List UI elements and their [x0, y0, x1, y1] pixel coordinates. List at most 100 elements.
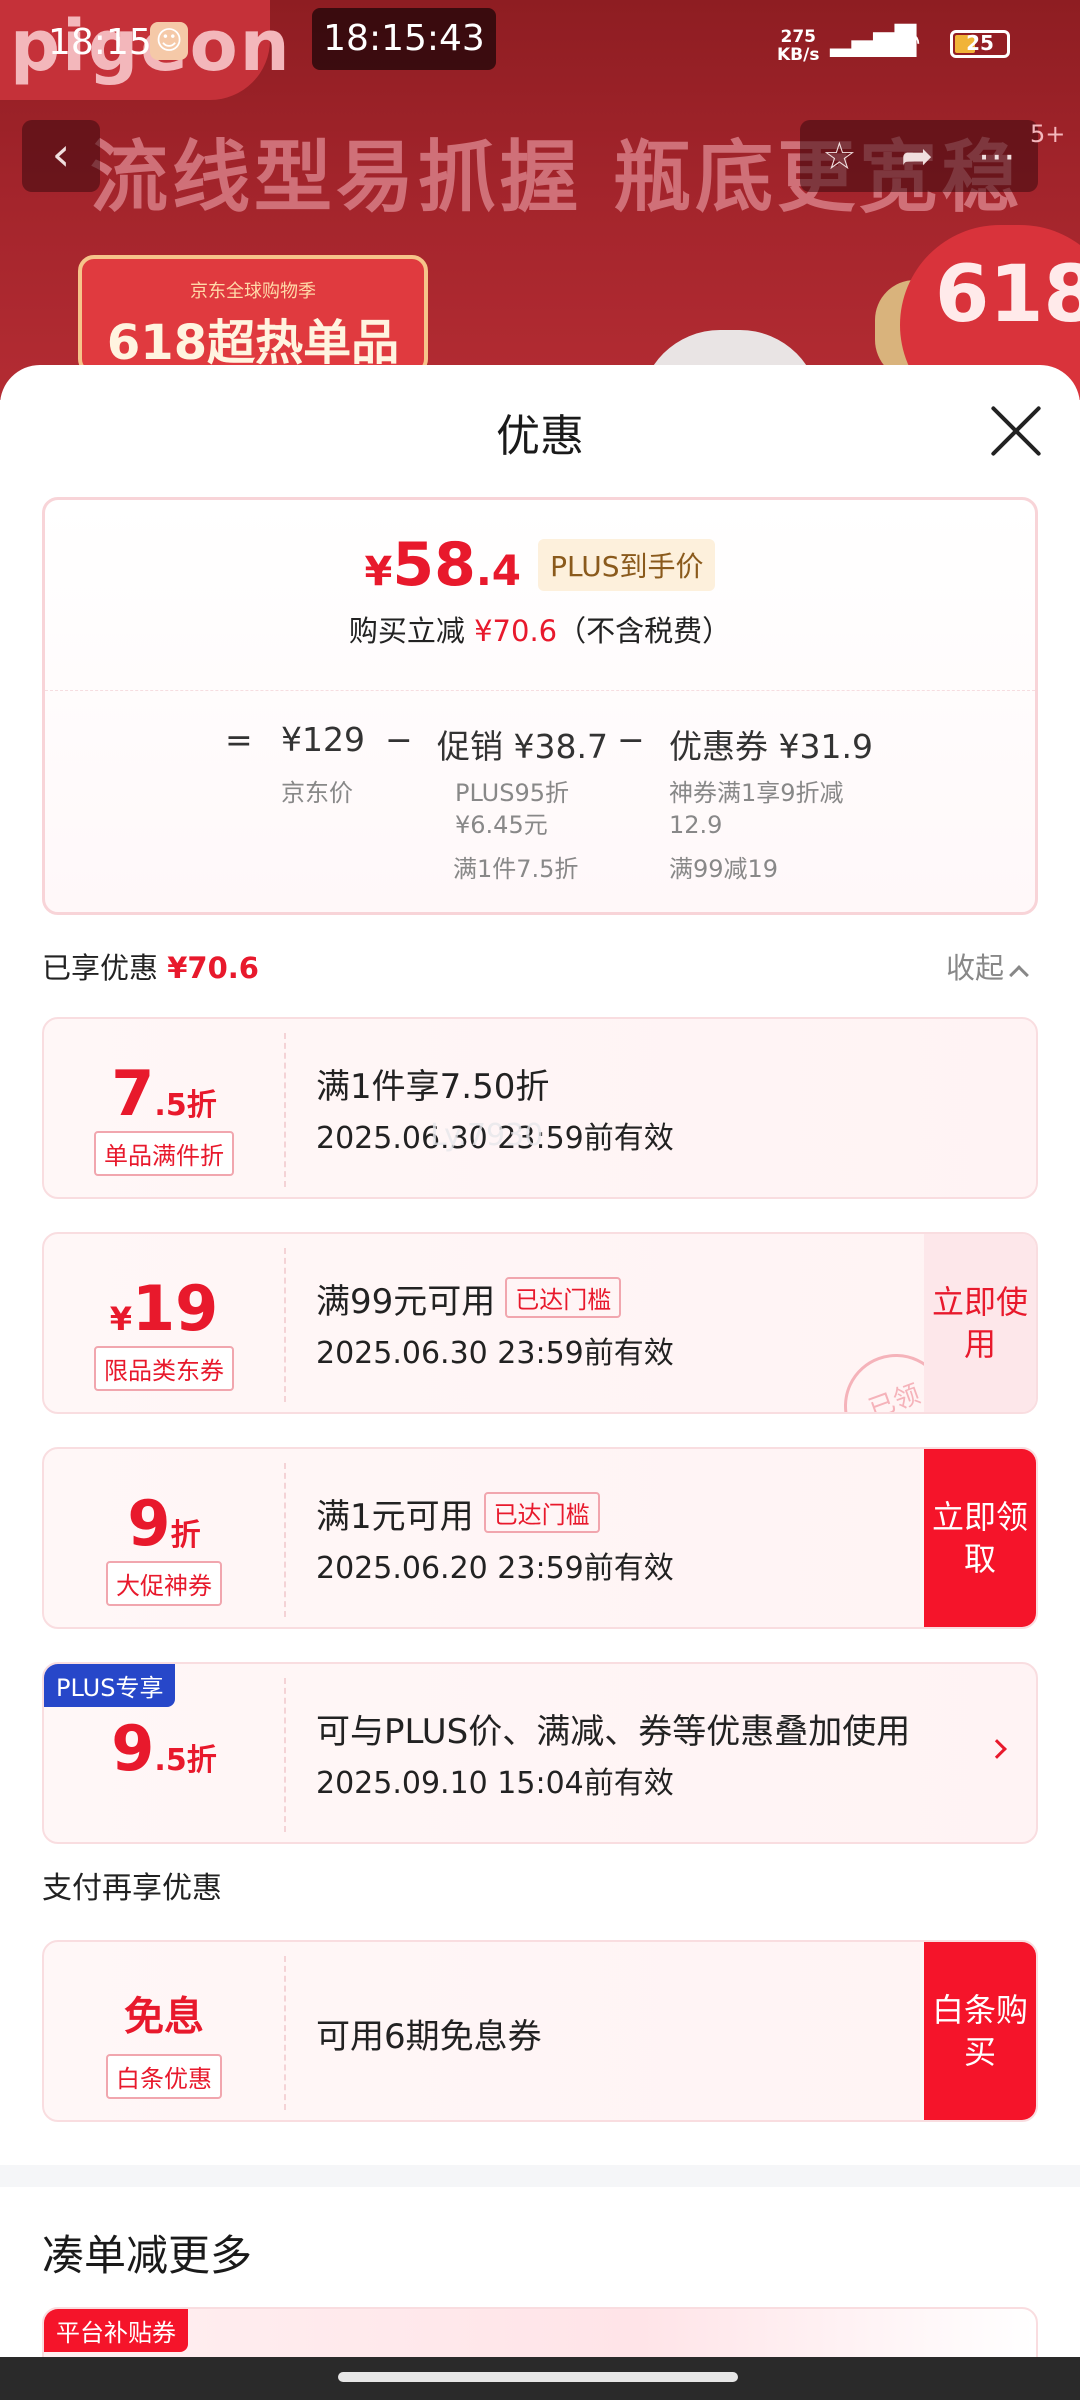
- claim-now-button[interactable]: 立即领取: [924, 1449, 1036, 1627]
- wifi-icon: ◠: [893, 22, 921, 60]
- coupon-title: 可与PLUS价、满减、券等优惠叠加使用: [316, 1712, 911, 1752]
- promo-badge-subtitle: 京东全球购物季: [190, 281, 316, 302]
- promo-detail-2: ¥6.45元: [455, 811, 548, 839]
- coupon-value-suffix: 折: [170, 1518, 201, 1553]
- reduce-line: 购买立减 ¥70.6（不含税费）: [45, 608, 1035, 650]
- final-price: ¥58.4: [365, 530, 522, 600]
- net-speed-unit: KB/s: [777, 45, 820, 65]
- promo-badge: 京东全球购物季 618超热单品: [78, 255, 428, 375]
- card-divider: [284, 1678, 286, 1832]
- card-divider: [284, 1956, 286, 2110]
- coupon-value: ¥19: [44, 1272, 284, 1345]
- coupon-value-area: 9.5折: [44, 1664, 284, 1842]
- final-price-row: ¥58.4 PLUS到手价: [45, 530, 1035, 600]
- coupon-expiry: 2025.09.10 15:04前有效: [316, 1766, 674, 1801]
- status-bar: 18:15 ☺ 18:15:43 275 KB/s ▂▄▆█ ◠ 25: [0, 0, 1080, 80]
- formula-equals: =: [225, 720, 253, 759]
- navigation-bar: [0, 2357, 1080, 2400]
- discount-sheet: 优惠 ¥58.4 PLUS到手价 购买立减 ¥70.6（不含税费） = ¥129…: [0, 365, 1080, 2400]
- star-icon[interactable]: ☆: [822, 134, 856, 178]
- coupon-title-text: 满99元可用: [316, 1282, 496, 1322]
- coupon-value: 7.5折: [44, 1057, 284, 1130]
- pay-section-title: 支付再享优惠: [42, 1871, 222, 1906]
- jd-price-label: 京东价: [281, 779, 353, 807]
- status-time: 18:15: [48, 22, 152, 63]
- share-icon[interactable]: ➦: [901, 134, 933, 178]
- use-now-button[interactable]: 立即使用: [924, 1234, 1036, 1412]
- coupon-title: 满1元可用 已达门槛: [316, 1489, 600, 1538]
- net-speed-value: 275: [780, 27, 816, 47]
- coupon-title: 满99元可用 已达门槛: [316, 1274, 622, 1323]
- coupon-amount: 优惠券 ¥31.9: [669, 727, 873, 766]
- promo-detail-1: PLUS95折: [455, 779, 569, 807]
- coupon-card-plus[interactable]: PLUS专享 9.5折 可与PLUS价、满减、券等优惠叠加使用 2025.09.…: [42, 1662, 1038, 1844]
- enjoyed-amount: ¥70.6: [167, 951, 259, 985]
- formula-minus-1: −: [385, 720, 413, 759]
- coupon-card-item-discount[interactable]: 7.5折 单品满件折 满1件享7.50折 2025.06.30 23:59前有效: [42, 1017, 1038, 1199]
- price-summary: ¥58.4 PLUS到手价 购买立减 ¥70.6（不含税费） = ¥129 − …: [42, 497, 1038, 915]
- plus-price-tag: PLUS到手价: [538, 539, 716, 591]
- pay-title: 可用6期免息券: [316, 2017, 542, 2057]
- battery-percent: 25: [966, 31, 994, 55]
- promo-detail-3: 满1件7.5折: [453, 855, 579, 883]
- coupon-detail-2: 12.9: [669, 811, 723, 839]
- reduce-amount: ¥70.6: [474, 614, 558, 648]
- back-button[interactable]: ‹: [22, 120, 100, 192]
- watermark: Ly.7930: [430, 1118, 544, 1153]
- coupon-value-number: 7: [111, 1057, 155, 1130]
- coupon-type-tag: 大促神券: [106, 1561, 222, 1606]
- threshold-reached-badge: 已达门槛: [483, 1492, 600, 1533]
- sheet-title: 优惠: [496, 411, 584, 462]
- card-divider: [284, 1033, 286, 1187]
- collapse-label: 收起: [946, 951, 1005, 985]
- coupon-value: 9.5折: [44, 1712, 284, 1785]
- close-icon[interactable]: [988, 403, 1044, 459]
- enjoyed-discount: 已享优惠 ¥70.6: [42, 945, 259, 987]
- coupon-value-area: 7.5折 单品满件折: [44, 1019, 284, 1197]
- coupon-expiry: 2025.06.20 23:59前有效: [316, 1551, 674, 1586]
- more-dots-icon[interactable]: ⋯: [978, 134, 1016, 178]
- summary-divider: [45, 690, 1035, 691]
- reduce-suffix: （不含税费）: [557, 614, 732, 648]
- 618-circle-text: 618: [935, 250, 1080, 340]
- coupon-type-tag: 单品满件折: [94, 1131, 234, 1176]
- jd-price: ¥129: [281, 720, 365, 759]
- chevron-right-icon: [987, 1739, 1007, 1759]
- card-divider: [284, 1463, 286, 1617]
- coupon-value-number: 9: [127, 1487, 171, 1560]
- home-indicator[interactable]: [338, 2372, 738, 2382]
- top-action-group: ☆ ➦ ⋯: [800, 120, 1038, 192]
- back-arrow-icon: ‹: [51, 127, 71, 181]
- coupon-expiry: 2025.06.30 23:59前有效: [316, 1336, 674, 1371]
- promo-amount: 促销 ¥38.7: [437, 727, 608, 766]
- reduce-prefix: 购买立减: [348, 614, 465, 648]
- coupon-value-number: 19: [131, 1272, 219, 1345]
- coupon-value-number: 9: [111, 1712, 155, 1785]
- coupon-title: 满1件享7.50折: [316, 1067, 550, 1107]
- coupon-value: 9折: [44, 1487, 284, 1560]
- enjoyed-label: 已享优惠: [42, 951, 159, 985]
- pay-card-interest-free[interactable]: 免息 白条优惠 可用6期免息券 白条购买: [42, 1940, 1038, 2122]
- floating-clock: 18:15:43: [312, 8, 496, 70]
- baitiao-buy-button[interactable]: 白条购买: [924, 1942, 1036, 2120]
- message-count-badge: 5+: [1030, 120, 1066, 148]
- card-divider: [284, 1248, 286, 1402]
- collapse-toggle[interactable]: 收起: [946, 945, 1029, 987]
- chevron-up-icon: [1009, 965, 1029, 985]
- platform-subsidy-ribbon: 平台补贴券: [44, 2309, 188, 2352]
- coupon-value-currency: ¥: [109, 1300, 132, 1338]
- notification-avatar-icon: ☺: [150, 22, 188, 60]
- net-speed: 275 KB/s: [777, 28, 819, 64]
- final-price-int: 58: [392, 530, 476, 600]
- coupon-card-super[interactable]: 9折 大促神券 满1元可用 已达门槛 2025.06.20 23:59前有效 立即…: [42, 1447, 1038, 1629]
- final-price-dec: .4: [475, 546, 522, 595]
- promo-badge-title: 618超热单品: [106, 315, 400, 371]
- pay-big-label: 免息: [124, 1994, 204, 2040]
- threshold-reached-badge: 已达门槛: [505, 1277, 622, 1318]
- coupon-value-area: 9折 大促神券: [44, 1449, 284, 1627]
- pay-type-tag: 白条优惠: [106, 2054, 222, 2099]
- pay-value-area: 免息 白条优惠: [44, 1942, 284, 2120]
- section-gap: [0, 2165, 1080, 2187]
- battery-icon: 25: [950, 30, 1010, 58]
- coupon-card-category[interactable]: ¥19 限品类东券 满99元可用 已达门槛 2025.06.30 23:59前有效…: [42, 1232, 1038, 1414]
